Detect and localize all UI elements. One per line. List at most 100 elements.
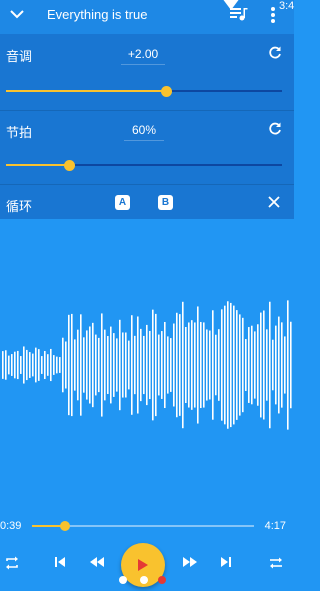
repeat-icon[interactable] xyxy=(4,555,20,571)
loop-label: 循环 xyxy=(6,199,33,214)
waveform-bar xyxy=(146,324,148,406)
waveform-bar xyxy=(230,302,232,428)
queue-music-icon[interactable] xyxy=(230,6,248,22)
waveform-bar xyxy=(212,310,214,420)
play-icon xyxy=(138,559,148,571)
waveform-bar xyxy=(71,313,73,417)
waveform-bar xyxy=(161,331,163,399)
close-icon[interactable] xyxy=(268,196,280,208)
waveform-bar xyxy=(170,338,172,392)
waveform-bar xyxy=(11,354,13,376)
waveform-bar xyxy=(119,319,121,411)
total-time: 4:17 xyxy=(264,520,286,532)
waveform-bar xyxy=(194,322,196,408)
page-indicator-dot-active xyxy=(158,576,166,584)
fast-forward-icon[interactable] xyxy=(182,555,198,569)
waveform-bar xyxy=(134,335,136,395)
loop-a-button[interactable]: A xyxy=(115,195,130,210)
waveform-bar xyxy=(203,322,205,408)
waveform-bar xyxy=(29,352,31,378)
waveform-bar xyxy=(86,330,88,400)
waveform-bar xyxy=(233,305,235,425)
waveform-bar xyxy=(95,334,97,396)
waveform-bar xyxy=(5,350,7,380)
waveform-bar xyxy=(266,329,268,401)
waveform-bar xyxy=(239,314,241,416)
waveform-bar xyxy=(56,356,58,374)
waveform-bar xyxy=(278,316,280,414)
waveform-bar xyxy=(236,310,238,420)
waveform-bar xyxy=(164,321,166,409)
reset-icon[interactable] xyxy=(268,122,282,136)
waveform-bar xyxy=(209,330,211,400)
waveform-bar xyxy=(188,322,190,408)
waveform-bar xyxy=(158,334,160,396)
waveform-bar xyxy=(89,326,91,404)
waveform[interactable] xyxy=(0,300,294,430)
waveform-bar xyxy=(113,333,115,397)
pitch-value[interactable]: +2.00 xyxy=(121,47,165,65)
tempo-slider-thumb[interactable] xyxy=(63,160,75,171)
waveform-bar xyxy=(62,337,64,393)
rewind-icon[interactable] xyxy=(89,555,105,569)
seek-bar[interactable]: 0:39 4:17 xyxy=(0,518,294,538)
waveform-bar xyxy=(65,341,67,389)
waveform-bar xyxy=(35,347,37,383)
waveform-bar xyxy=(143,335,145,395)
waveform-bar xyxy=(77,329,79,401)
seek-thumb[interactable] xyxy=(60,521,70,531)
waveform-bar xyxy=(53,355,55,375)
tempo-slider[interactable] xyxy=(6,160,282,171)
waveform-bar xyxy=(260,312,262,418)
song-title: Everything is true xyxy=(47,7,148,22)
loop-b-button[interactable]: B xyxy=(158,195,173,210)
more-vert-icon[interactable] xyxy=(270,6,276,24)
reset-icon[interactable] xyxy=(268,46,282,60)
skip-previous-icon[interactable] xyxy=(53,555,67,569)
waveform-bar xyxy=(224,305,226,425)
waveform-bar xyxy=(110,326,112,404)
waveform-bar xyxy=(227,301,229,429)
pitch-slider[interactable] xyxy=(6,86,282,97)
waveform-bar xyxy=(140,328,142,402)
waveform-bar xyxy=(290,321,292,409)
waveform-bar xyxy=(80,314,82,416)
page-indicator-dot xyxy=(140,576,148,584)
waveform-bar xyxy=(32,353,34,377)
waveform-bar xyxy=(197,306,199,424)
shuffle-icon[interactable] xyxy=(268,555,284,571)
waveform-bar xyxy=(26,349,28,381)
waveform-bar xyxy=(215,334,217,396)
pitch-slider-thumb[interactable] xyxy=(160,86,172,97)
waveform-bar xyxy=(149,330,151,400)
waveform-bar xyxy=(284,336,286,394)
waveform-bar xyxy=(191,320,193,410)
tempo-slider-fill xyxy=(6,164,69,166)
waveform-bar xyxy=(59,357,61,373)
waveform-bar xyxy=(41,356,43,374)
waveform-bar xyxy=(14,351,16,379)
waveform-bar xyxy=(8,355,10,375)
waveform-bar xyxy=(272,339,274,391)
waveform-bar xyxy=(176,312,178,418)
waveform-bar xyxy=(263,310,265,420)
waveform-bar xyxy=(179,314,181,416)
waveform-bar xyxy=(131,315,133,415)
waveform-bar xyxy=(275,325,277,405)
waveform-bar xyxy=(269,301,271,429)
tempo-value[interactable]: 60% xyxy=(124,123,164,141)
waveform-bar xyxy=(152,309,154,421)
waveform-bar xyxy=(221,309,223,421)
waveform-bar xyxy=(155,313,157,417)
adjustment-panel: 音调 +2.00 节拍 60% 循环 A B xyxy=(0,34,294,219)
skip-next-icon[interactable] xyxy=(219,555,233,569)
chevron-down-icon[interactable] xyxy=(10,9,24,19)
waveform-bar xyxy=(101,313,103,417)
page-indicator-dot xyxy=(119,576,127,584)
waveform-bar xyxy=(167,336,169,394)
waveform-bar xyxy=(20,356,22,374)
seek-track[interactable] xyxy=(32,521,254,531)
waveform-bar xyxy=(2,351,4,379)
status-time: 3:4 xyxy=(279,0,295,12)
waveform-bar xyxy=(185,327,187,403)
